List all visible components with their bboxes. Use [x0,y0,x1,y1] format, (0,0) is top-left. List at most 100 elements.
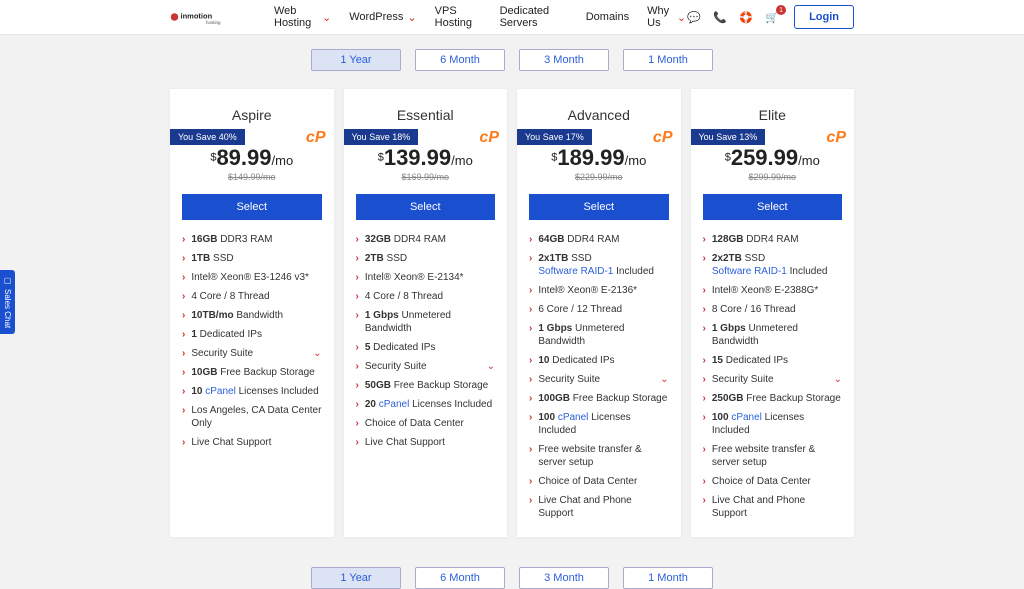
select-button[interactable]: Select [529,194,669,220]
feature-item: 10 Dedicated IPs [529,351,669,370]
feature-list: 128GB DDR4 RAM2x2TB SSDSoftware RAID-1 I… [703,230,843,523]
cart-icon[interactable]: 🛒1 [764,9,780,25]
feature-item: Live Chat and Phone Support [529,491,669,523]
term-6-month[interactable]: 6 Month [415,567,505,589]
feature-item: Live Chat Support [356,433,496,452]
nav-why-us[interactable]: Why Us ⌄ [647,5,686,29]
feature-security-suite[interactable]: Security Suite⌄ [182,344,322,363]
feature-item: Intel® Xeon® E-2388G* [703,281,843,300]
feature-item: 15 Dedicated IPs [703,351,843,370]
chevron-down-icon: ⌄ [487,360,495,373]
feature-item: Free website transfer & server setup [703,440,843,472]
feature-item: Choice of Data Center [703,472,843,491]
save-badge: You Save 18% [344,129,419,145]
chevron-down-icon: ⌄ [322,11,331,24]
original-price: $149.99/mo [182,172,322,182]
nav-label: WordPress [349,11,403,23]
chat-bubble-icon: ▢ [3,276,12,285]
feature-item: 2TB SSD [356,249,496,268]
support-icon[interactable]: 🛟 [738,9,754,25]
feature-item: Live Chat Support [182,433,322,452]
plan-title: Aspire [182,107,322,123]
nav-dedicated-servers[interactable]: Dedicated Servers [500,5,568,29]
select-button[interactable]: Select [703,194,843,220]
term-1-month[interactable]: 1 Month [623,567,713,589]
term-1-month[interactable]: 1 Month [623,49,713,71]
feature-item: 10 cPanel Licenses Included [182,382,322,401]
feature-item: 64GB DDR4 RAM [529,230,669,249]
pricing-plans: AspireYou Save 40%cP$89.99/mo$149.99/moS… [0,89,1024,537]
plan-price: $189.99/mo [529,145,669,171]
nav-wordpress[interactable]: WordPress ⌄ [349,11,416,24]
term-1-year[interactable]: 1 Year [311,567,401,589]
plan-price: $89.99/mo [182,145,322,171]
feature-item: Intel® Xeon® E-2136* [529,281,669,300]
original-price: $299.99/mo [703,172,843,182]
chevron-down-icon: ⌄ [677,11,686,24]
feature-item: Los Angeles, CA Data Center Only [182,401,322,433]
feature-item: 50GB Free Backup Storage [356,376,496,395]
cart-count-badge: 1 [776,5,786,15]
term-6-month[interactable]: 6 Month [415,49,505,71]
feature-item: 20 cPanel Licenses Included [356,395,496,414]
feature-item: Choice of Data Center [529,472,669,491]
feature-item: 100 cPanel Licenses Included [703,408,843,440]
feature-item: Choice of Data Center [356,414,496,433]
plan-aspire: AspireYou Save 40%cP$89.99/mo$149.99/moS… [170,89,334,537]
plan-title: Essential [356,107,496,123]
phone-icon[interactable]: 📞 [712,9,728,25]
original-price: $169.99/mo [356,172,496,182]
feature-security-suite[interactable]: Security Suite⌄ [703,370,843,389]
chevron-down-icon: ⌄ [660,373,668,386]
nav-domains[interactable]: Domains [586,11,629,23]
feature-item: Intel® Xeon® E-2134* [356,268,496,287]
feature-list: 16GB DDR3 RAM1TB SSDIntel® Xeon® E3-1246… [182,230,322,452]
term-3-month[interactable]: 3 Month [519,49,609,71]
select-button[interactable]: Select [356,194,496,220]
site-header: inmotionhosting Web Hosting⌄ WordPress ⌄ VP… [0,0,1024,35]
chevron-down-icon: ⌄ [407,11,416,24]
nav-label: VPS Hosting [435,5,482,29]
feature-security-suite[interactable]: Security Suite⌄ [529,370,669,389]
svg-text:hosting: hosting [206,20,221,25]
feature-list: 32GB DDR4 RAM2TB SSDIntel® Xeon® E-2134*… [356,230,496,452]
plan-price: $139.99/mo [356,145,496,171]
login-button[interactable]: Login [794,5,854,29]
select-button[interactable]: Select [182,194,322,220]
feature-item: 4 Core / 8 Thread [182,287,322,306]
chevron-down-icon: ⌄ [313,347,321,360]
cpanel-icon: cP [306,129,326,147]
cpanel-icon: cP [653,129,673,147]
feature-item: 10GB Free Backup Storage [182,363,322,382]
term-tabs: 1 Year 6 Month 3 Month 1 Month [0,49,1024,71]
nav-web-hosting[interactable]: Web Hosting⌄ [274,5,331,29]
term-tabs-bottom: 1 Year 6 Month 3 Month 1 Month [0,567,1024,589]
plan-title: Elite [703,107,843,123]
feature-item: 5 Dedicated IPs [356,338,496,357]
feature-security-suite[interactable]: Security Suite⌄ [356,357,496,376]
feature-item: 2x2TB SSDSoftware RAID-1 Included [703,249,843,281]
feature-item: 8 Core / 16 Thread [703,300,843,319]
header-icons: 💬 📞 🛟 🛒1 [686,9,780,25]
main-nav: Web Hosting⌄ WordPress ⌄ VPS Hosting Dedicat… [274,5,686,29]
feature-item: 2x1TB SSDSoftware RAID-1 Included [529,249,669,281]
nav-label: Domains [586,11,629,23]
original-price: $229.99/mo [529,172,669,182]
feature-item: Free website transfer & server setup [529,440,669,472]
nav-vps-hosting[interactable]: VPS Hosting [435,5,482,29]
feature-item: 1 Gbps Unmetered Bandwidth [356,306,496,338]
cpanel-icon: cP [479,129,499,147]
feature-item: 250GB Free Backup Storage [703,389,843,408]
brand-logo[interactable]: inmotionhosting [170,9,260,25]
term-1-year[interactable]: 1 Year [311,49,401,71]
sales-chat-label: Sales Chat [3,289,12,328]
chat-icon[interactable]: 💬 [686,9,702,25]
plan-price: $259.99/mo [703,145,843,171]
feature-item: Intel® Xeon® E3-1246 v3* [182,268,322,287]
sales-chat-tab[interactable]: ▢ Sales Chat [0,270,15,334]
feature-item: 32GB DDR4 RAM [356,230,496,249]
term-3-month[interactable]: 3 Month [519,567,609,589]
feature-list: 64GB DDR4 RAM2x1TB SSDSoftware RAID-1 In… [529,230,669,523]
nav-label: Why Us [647,5,673,29]
plan-essential: Essential You Save 18% cP$139.99/mo$169.99… [344,89,508,537]
